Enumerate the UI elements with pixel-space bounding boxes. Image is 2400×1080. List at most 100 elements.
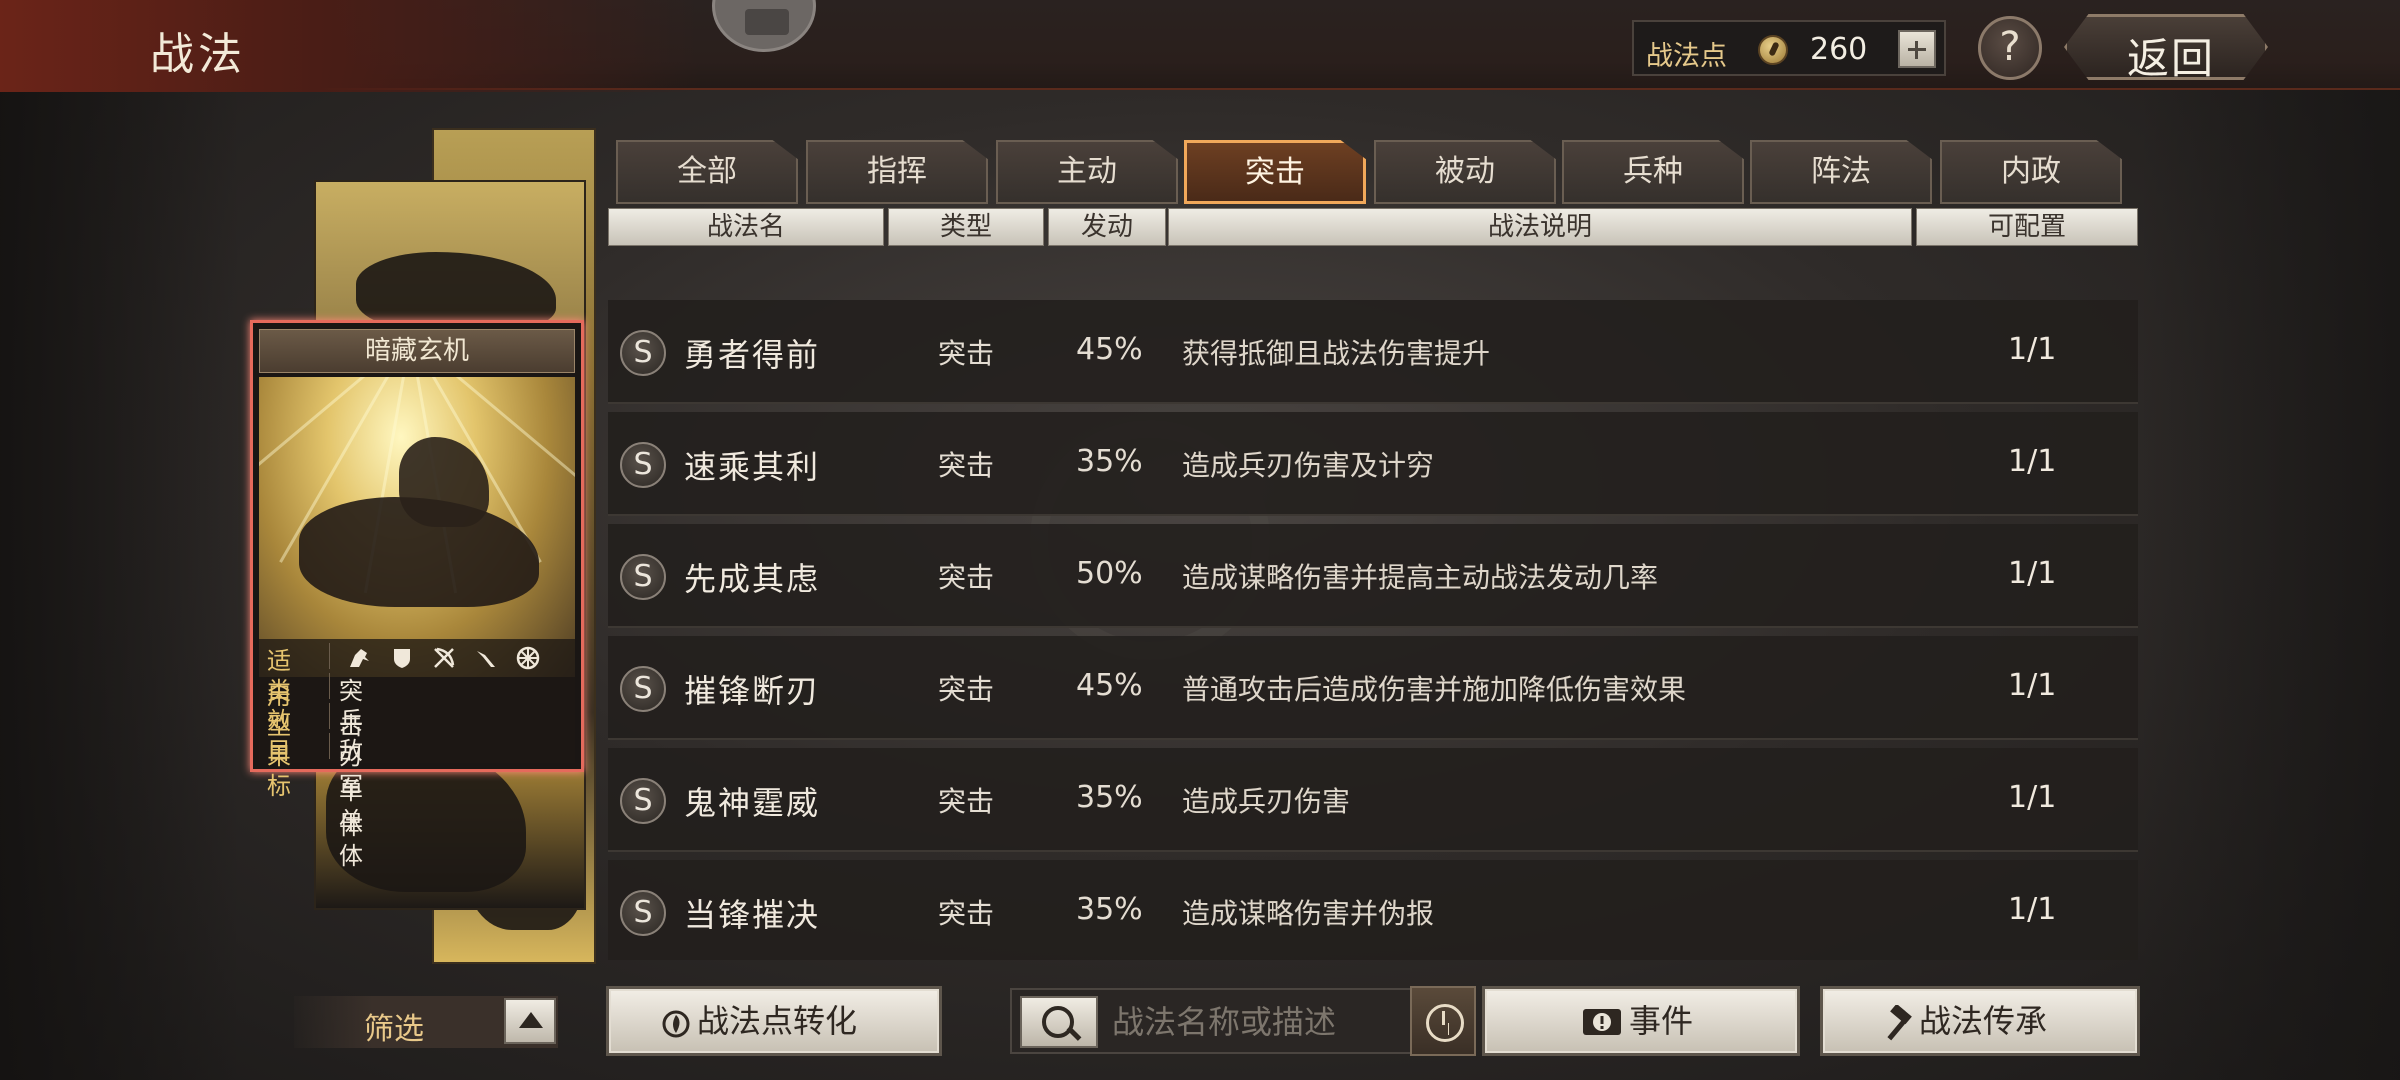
tactic-rate: 50% (1076, 556, 1143, 591)
table-row[interactable]: S 先成其虑 突击 50% 造成谋略伤害并提高主动战法发动几率 1/1 (608, 524, 2138, 628)
tactic-type: 突击 (938, 449, 995, 482)
background-shade-left (0, 90, 240, 1080)
tactic-available: 1/1 (2008, 332, 2057, 367)
event-button[interactable]: 事件 (1482, 986, 1800, 1056)
tactic-description: 造成兵刃伤害及计穷 (1182, 449, 1435, 482)
top-bar: 战法 战法点 260 ? 返回 (0, 0, 2400, 92)
search-icon[interactable] (1020, 996, 1098, 1048)
convert-icon (662, 1010, 690, 1038)
divider (329, 643, 330, 669)
tactic-name: 摧锋断刃 (684, 672, 821, 710)
add-points-button[interactable] (1898, 30, 1936, 68)
filter-toggle-button[interactable] (504, 998, 556, 1044)
inherit-tactic-button[interactable]: 战法传承 (1820, 986, 2140, 1056)
tactic-available: 1/1 (2008, 892, 2057, 927)
tactic-rate: 35% (1076, 892, 1143, 927)
tab-assault[interactable]: 突击 (1184, 140, 1366, 204)
tactic-name: 当锋摧决 (684, 896, 821, 934)
tactic-description: 造成谋略伤害并提高主动战法发动几率 (1182, 561, 1659, 594)
tactic-rate: 35% (1076, 444, 1143, 479)
shield-icon (394, 649, 410, 668)
back-button[interactable]: 返回 (2064, 14, 2268, 80)
search-bar (1010, 988, 1474, 1054)
tactic-points-panel: 战法点 260 (1632, 20, 1946, 76)
tactic-name: 鬼神霆威 (684, 784, 821, 822)
tactic-description: 获得抵御且战法伤害提升 (1182, 337, 1491, 370)
event-icon (1583, 1009, 1621, 1035)
card-title: 暗藏玄机 (259, 329, 575, 373)
background-shade-right (2140, 90, 2400, 1080)
table-row[interactable]: S 鬼神霆威 突击 35% 造成兵刃伤害 1/1 (608, 748, 2138, 852)
tab-troop[interactable]: 兵种 (1562, 140, 1744, 204)
tactic-name: 勇者得前 (684, 336, 821, 374)
search-input[interactable] (1112, 998, 1422, 1046)
tab-internal[interactable]: 内政 (1940, 140, 2122, 204)
divider (329, 673, 330, 699)
table-row[interactable]: S 勇者得前 突击 45% 获得抵御且战法伤害提升 1/1 (608, 300, 2138, 404)
divider (329, 733, 330, 759)
grade-badge: S (620, 778, 666, 824)
column-header-rate[interactable]: 发动 (1048, 208, 1166, 246)
tactics-screen: 战法 战法点 260 ? 返回 暗藏玄机 适用 类型 突击 效果 兵刃单体 目标… (0, 0, 2400, 1080)
tactic-type: 突击 (938, 337, 995, 370)
tactic-points-value: 260 (1810, 32, 1868, 67)
history-clock-icon[interactable] (1410, 986, 1476, 1056)
tactic-type: 突击 (938, 897, 995, 930)
tactic-name: 先成其虑 (684, 560, 821, 598)
column-header-name[interactable]: 战法名 (608, 208, 884, 246)
tab-passive[interactable]: 被动 (1374, 140, 1556, 204)
target-label: 目标 (267, 737, 291, 800)
tactic-type: 突击 (938, 673, 995, 706)
grade-badge: S (620, 330, 666, 376)
tactic-name: 速乘其利 (684, 448, 821, 486)
tactic-points-label: 战法点 (1646, 41, 1727, 72)
column-header-description: 战法说明 (1168, 208, 1912, 246)
divider (329, 703, 330, 729)
bow-icon (434, 647, 455, 668)
grade-badge: S (620, 554, 666, 600)
siege-icon (516, 646, 540, 670)
tab-active[interactable]: 主动 (996, 140, 1178, 204)
tactic-rate: 35% (1076, 780, 1143, 815)
card-info-panel: 适用 类型 突击 效果 兵刃单体 目标 敌军单体 (259, 639, 575, 870)
tactic-type: 突击 (938, 785, 995, 818)
tactic-available: 1/1 (2008, 780, 2057, 815)
table-row[interactable]: S 摧锋断刃 突击 45% 普通攻击后造成伤害并施加降低伤害效果 1/1 (608, 636, 2138, 740)
column-header-available[interactable]: 可配置 (1916, 208, 2138, 246)
spear-icon (477, 651, 495, 667)
tactic-point-coin-icon (1758, 35, 1788, 65)
help-button[interactable]: ? (1978, 16, 2042, 80)
tactic-description: 造成兵刃伤害 (1182, 785, 1351, 818)
page-title: 战法 (150, 29, 246, 80)
event-button-label: 事件 (1629, 1002, 1694, 1040)
tactic-description: 造成谋略伤害并伪报 (1182, 897, 1435, 930)
light-ray (259, 377, 412, 506)
table-row[interactable]: S 速乘其利 突击 35% 造成兵刃伤害及计穷 1/1 (608, 412, 2138, 516)
back-button-label: 返回 (2127, 34, 2216, 83)
grade-badge: S (620, 890, 666, 936)
tactic-available: 1/1 (2008, 556, 2057, 591)
tactics-list[interactable]: S 勇者得前 突击 45% 获得抵御且战法伤害提升 1/1 S 速乘其利 突击 … (608, 248, 2138, 960)
card-artwork (259, 377, 575, 677)
table-row[interactable]: S 当锋摧决 突击 35% 造成谋略伤害并伪报 1/1 (608, 860, 2138, 960)
cavalry-icon (350, 649, 369, 667)
tactic-rate: 45% (1076, 668, 1143, 703)
top-bar-glow (0, 0, 700, 92)
inherit-tactic-label: 战法传承 (1919, 1002, 2048, 1040)
tactic-rate: 45% (1076, 332, 1143, 367)
tactic-available: 1/1 (2008, 668, 2057, 703)
grade-badge: S (620, 666, 666, 712)
convert-points-button[interactable]: 战法点转化 (606, 986, 942, 1056)
convert-points-label: 战法点转化 (697, 1002, 858, 1040)
grade-badge: S (620, 442, 666, 488)
tab-command[interactable]: 指挥 (806, 140, 988, 204)
tactic-type: 突击 (938, 561, 995, 594)
column-header-type[interactable]: 类型 (888, 208, 1044, 246)
selected-tactic-card[interactable]: 暗藏玄机 适用 类型 突击 效果 兵刃单体 目标 敌军单体 (250, 320, 584, 870)
tab-formation[interactable]: 阵法 (1750, 140, 1932, 204)
tactic-description: 普通攻击后造成伤害并施加降低伤害效果 (1182, 673, 1687, 706)
target-value: 敌军单体 (339, 737, 363, 870)
filter-label: 筛选 (364, 1012, 424, 1047)
top-center-button[interactable] (712, 0, 816, 52)
tab-all[interactable]: 全部 (616, 140, 798, 204)
